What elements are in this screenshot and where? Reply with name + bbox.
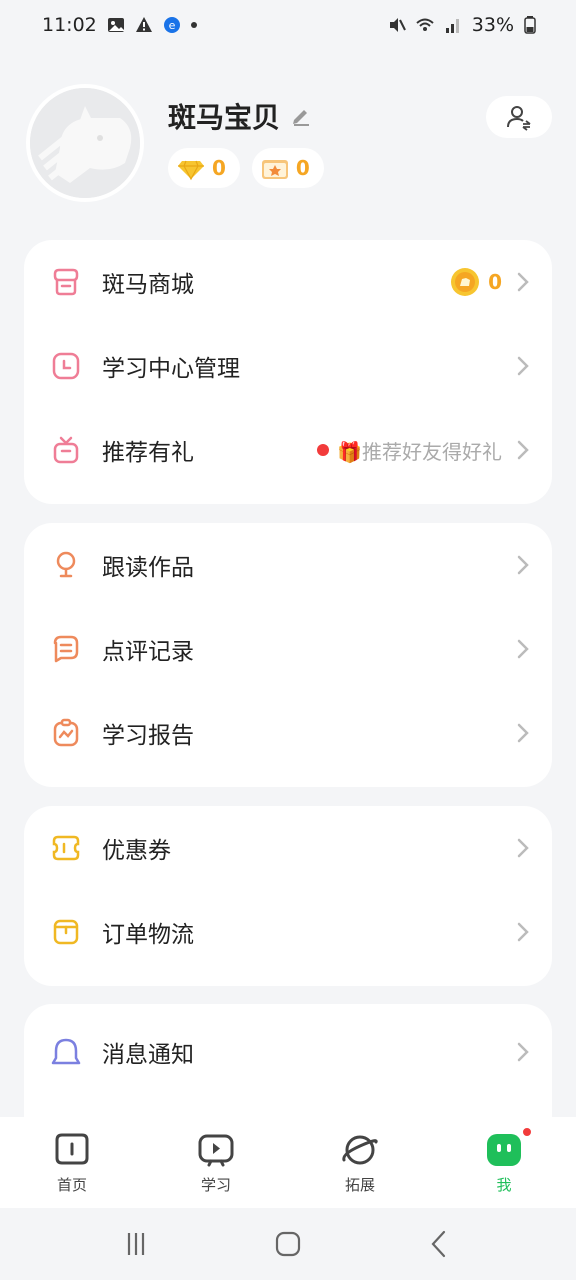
edit-pencil-icon[interactable]	[290, 105, 312, 127]
tab-label: 拓展	[344, 1176, 375, 1194]
menu-item-reading-works[interactable]: 跟读作品	[24, 523, 552, 607]
bell-icon	[51, 1038, 81, 1065]
menu-item-order-logistics[interactable]: 订单物流	[24, 890, 552, 974]
zebra-face-icon	[487, 1134, 521, 1166]
tv-icon	[198, 1134, 234, 1167]
status-time: 11:02	[42, 14, 97, 36]
battery-icon	[524, 16, 536, 34]
tab-study[interactable]: 学习	[161, 1130, 271, 1195]
menu-extra: 0	[450, 267, 530, 297]
gift-card-icon	[261, 160, 288, 179]
chevron-right-icon	[517, 723, 529, 743]
menu-card-orders: 优惠券 订单物流	[24, 806, 552, 986]
gift-count: 0	[295, 156, 310, 180]
menu-item-learning-center[interactable]: 学习中心管理	[24, 324, 552, 408]
menu-label: 消息通知	[102, 1042, 194, 1068]
chevron-right-icon	[517, 639, 529, 659]
back-icon[interactable]	[425, 1229, 455, 1259]
menu-label: 推荐有礼	[102, 440, 194, 466]
coin-icon	[451, 268, 480, 296]
tab-label: 我	[496, 1176, 512, 1194]
menu-item-referral[interactable]: 推荐有礼 🎁推荐好友得好礼	[24, 408, 552, 492]
recent-apps-icon[interactable]	[121, 1229, 151, 1259]
svg-text:e: e	[168, 19, 175, 32]
menu-extra	[510, 921, 530, 943]
asset-badges: 0 0	[168, 148, 324, 188]
status-bar: 11:02 e 33%	[0, 0, 576, 50]
menu-card-shop: 斑马商城 0 学习中心管理 推荐有礼 🎁推荐好友得好礼	[24, 240, 552, 504]
menu-card-learning: 跟读作品 点评记录 学习报告	[24, 523, 552, 787]
microphone-icon	[56, 551, 76, 578]
home-book-icon	[55, 1133, 89, 1165]
menu-extra: 🎁推荐好友得好礼	[317, 436, 530, 465]
coupon-icon	[52, 835, 80, 861]
menu-extra	[510, 837, 530, 859]
menu-label: 斑马商城	[102, 272, 194, 298]
menu-label: 点评记录	[102, 639, 194, 665]
tab-label: 学习	[200, 1176, 231, 1194]
chevron-right-icon	[517, 838, 529, 858]
system-navigation-bar	[0, 1208, 576, 1280]
gift-badge[interactable]: 0	[251, 148, 324, 188]
more-notifications-dot	[190, 22, 197, 28]
menu-item-notifications[interactable]: 消息通知	[24, 1010, 552, 1094]
tab-me-badge	[521, 1126, 533, 1138]
referral-promo-text: 🎁推荐好友得好礼	[337, 439, 502, 464]
diamond-count: 0	[212, 156, 226, 180]
tab-explore[interactable]: 拓展	[305, 1130, 415, 1195]
signal-icon	[445, 19, 459, 33]
diamond-icon	[178, 160, 204, 181]
store-icon	[53, 268, 79, 296]
app-notification-icon: e	[163, 17, 180, 33]
user-switch-icon	[507, 106, 531, 131]
menu-label: 订单物流	[102, 922, 194, 948]
home-icon[interactable]	[273, 1229, 303, 1259]
diamond-badge[interactable]: 0	[168, 148, 240, 188]
menu-item-review-records[interactable]: 点评记录	[24, 607, 552, 691]
menu-label: 学习报告	[102, 723, 194, 749]
zebra-avatar-icon	[30, 88, 140, 198]
menu-extra	[510, 554, 530, 576]
planet-icon	[342, 1135, 378, 1165]
new-dot	[317, 444, 330, 456]
chevron-right-icon	[517, 356, 529, 376]
coin-count: 0	[488, 270, 502, 294]
clock-icon	[52, 352, 80, 380]
menu-label: 跟读作品	[102, 555, 194, 581]
username: 斑马宝贝	[168, 101, 281, 134]
mute-icon	[389, 18, 406, 32]
menu-extra	[510, 355, 530, 377]
wifi-icon	[416, 18, 434, 31]
report-icon	[53, 718, 79, 747]
username-row: 斑马宝贝	[168, 96, 312, 136]
menu-extra	[510, 722, 530, 744]
menu-extra	[510, 638, 530, 660]
package-icon	[53, 919, 79, 945]
tab-home[interactable]: 首页	[17, 1130, 127, 1195]
avatar[interactable]	[26, 84, 144, 202]
chevron-right-icon	[517, 1042, 529, 1062]
menu-label: 优惠券	[102, 838, 171, 864]
warning-icon	[135, 17, 152, 32]
chevron-right-icon	[517, 555, 529, 575]
profile-header: 斑马宝贝 0 0	[0, 84, 576, 214]
gift-box-icon	[53, 436, 79, 464]
bottom-tab-bar: 首页 学习 拓展 我	[0, 1117, 576, 1208]
chevron-right-icon	[517, 272, 529, 292]
menu-extra	[510, 1041, 530, 1063]
menu-item-coupons[interactable]: 优惠券	[24, 806, 552, 890]
comment-icon	[53, 635, 79, 663]
chevron-right-icon	[517, 440, 529, 460]
chevron-right-icon	[517, 922, 529, 942]
tab-me[interactable]: 我	[449, 1126, 559, 1195]
tab-label: 首页	[56, 1176, 87, 1194]
menu-item-learning-report[interactable]: 学习报告	[24, 691, 552, 775]
switch-account-button[interactable]	[486, 96, 552, 138]
menu-label: 学习中心管理	[102, 356, 240, 382]
menu-item-store[interactable]: 斑马商城 0	[24, 240, 552, 324]
battery-percent: 33%	[471, 14, 514, 36]
image-icon	[107, 18, 124, 32]
